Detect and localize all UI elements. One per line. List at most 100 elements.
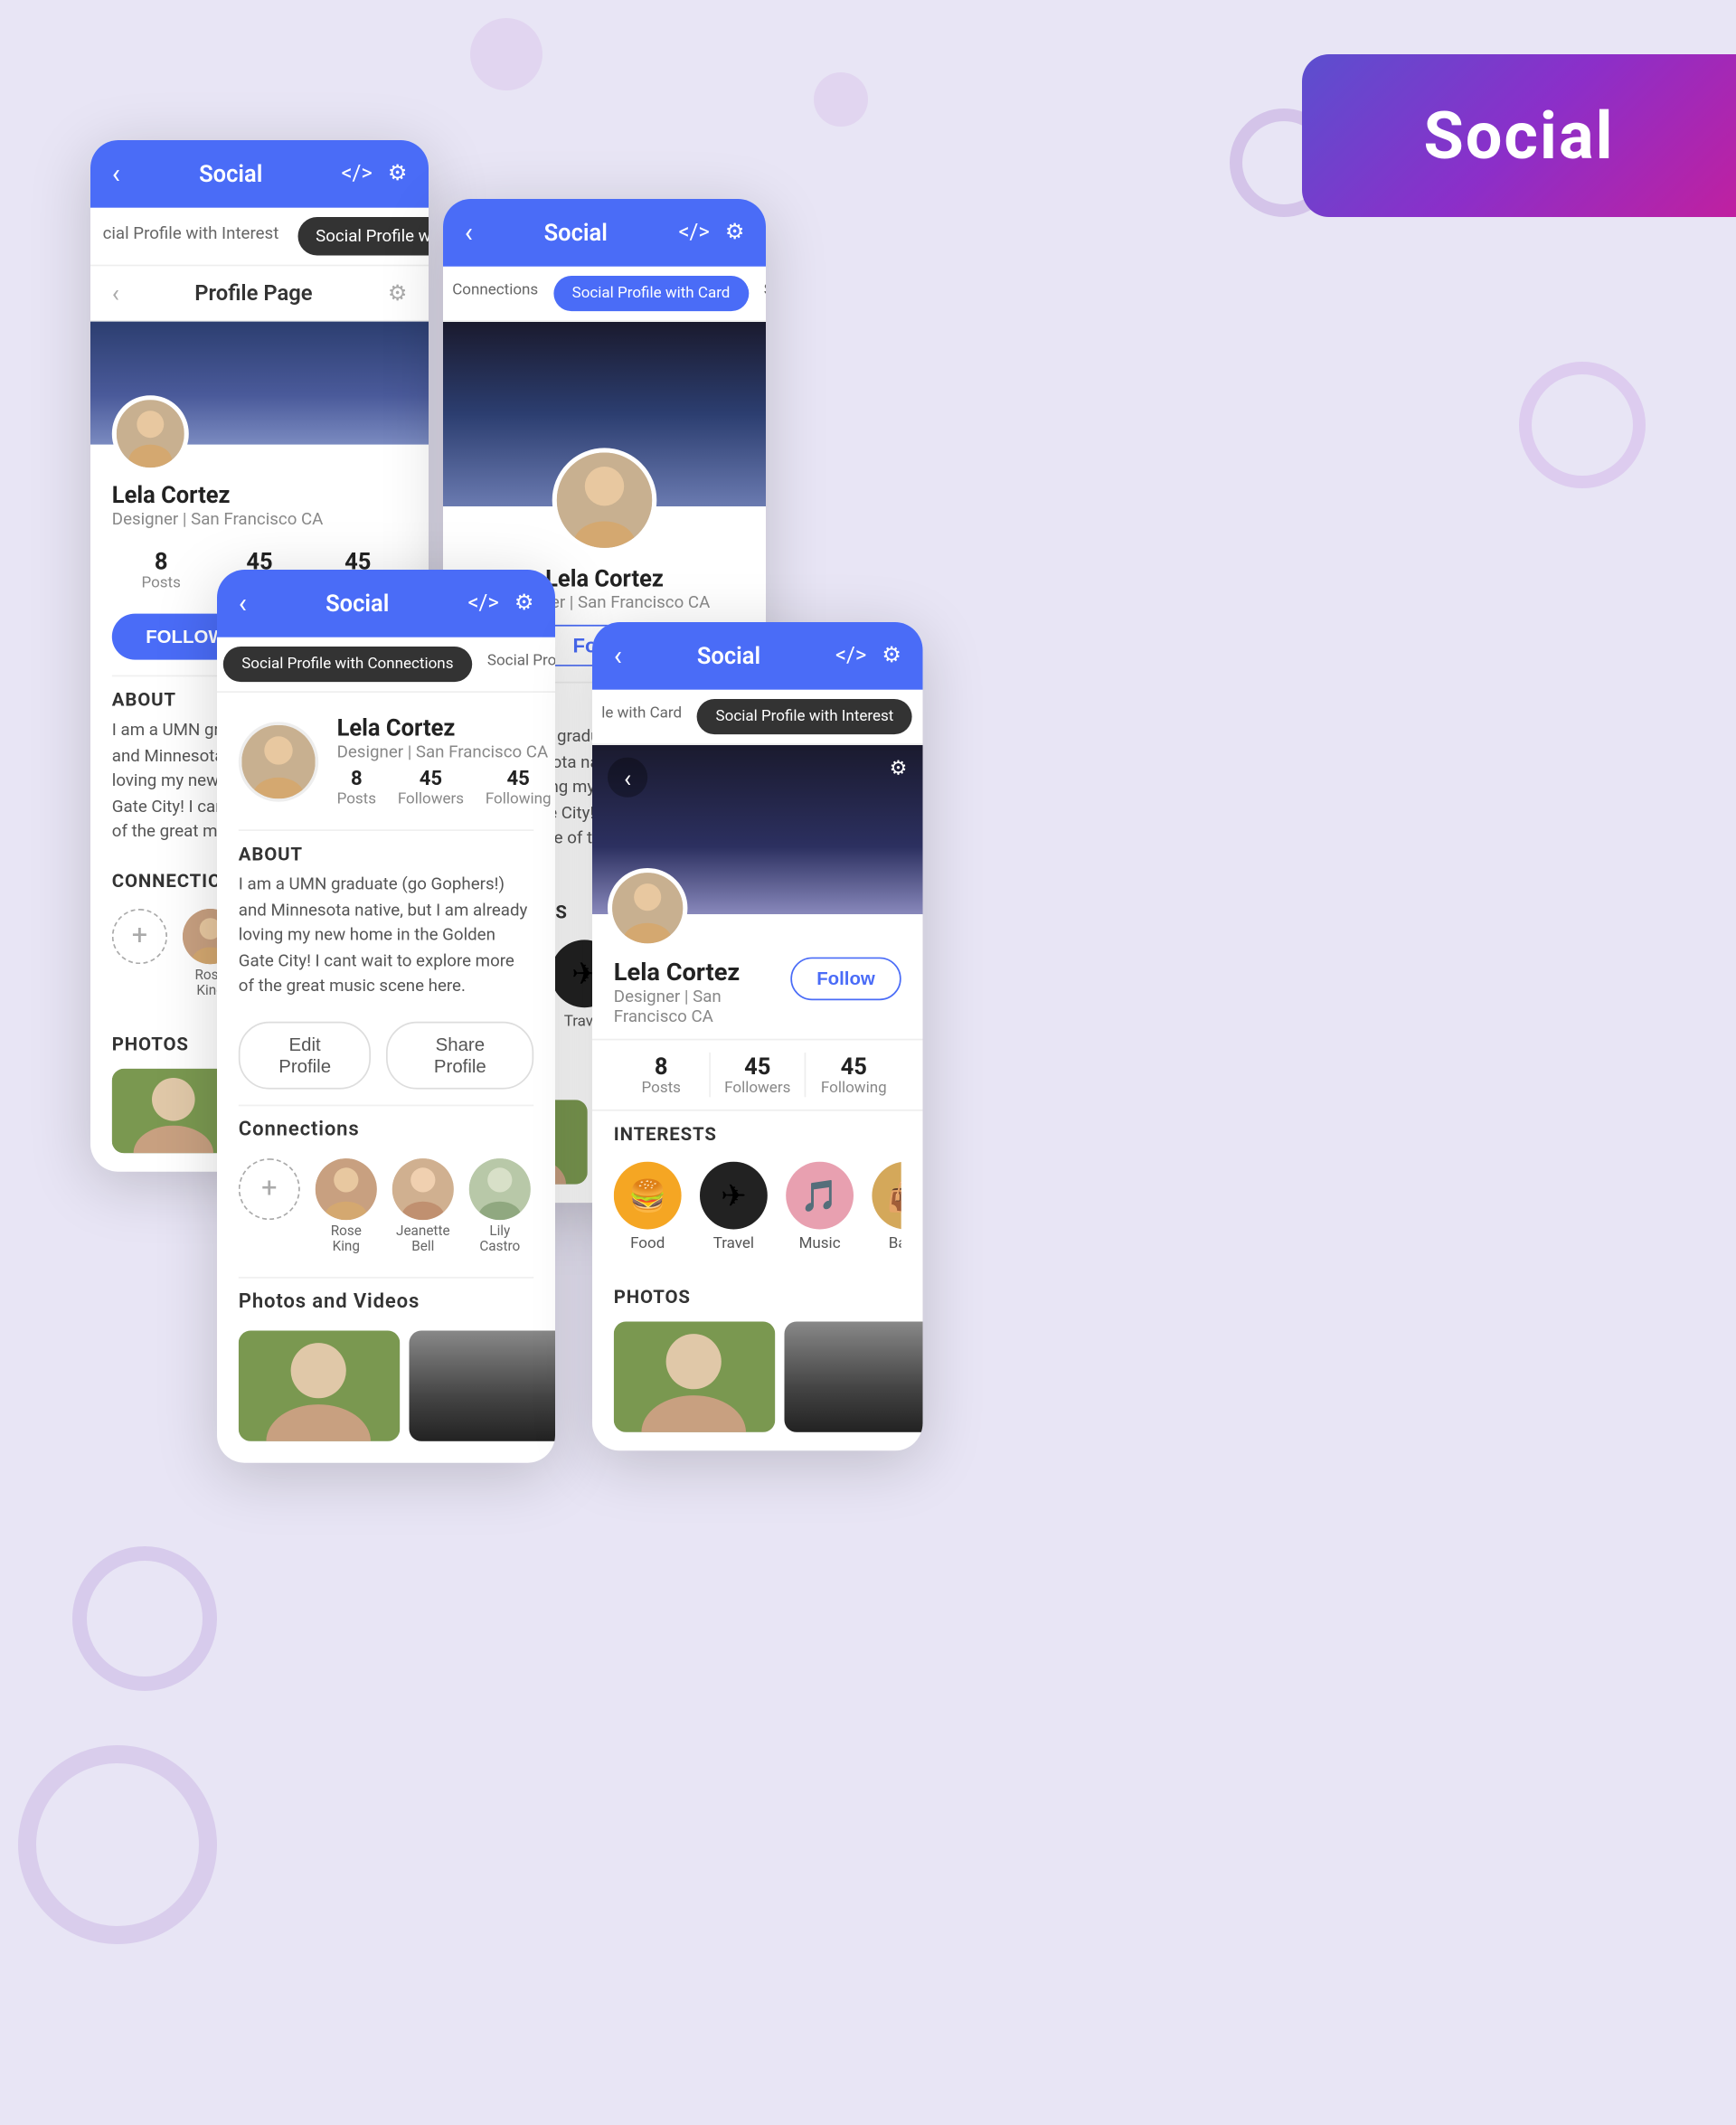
phone3-header-icons: </> ⚙ [467,591,533,616]
phone2-cover [443,322,766,506]
phone4-tab-card[interactable]: le with Card [592,690,691,744]
phone4-settings-icon[interactable]: ⚙ [882,644,901,668]
phone2-avatar [552,448,657,552]
phone3-connections: Connections + Rose King [217,1105,555,1276]
phone2-header-icons: </> ⚙ [678,221,744,245]
phone3-tab-card[interactable]: Social Profile with C [478,638,555,692]
phone4-interest-travel: ✈ Travel [700,1162,768,1252]
phone2-tab-social[interactable]: Social Profi [755,267,766,321]
phone1-tab-interest[interactable]: cial Profile with Interest [90,208,291,265]
phone4-stat-posts: 8 Posts [614,1053,711,1097]
phone4-tab-social[interactable]: Social Prof [919,690,923,744]
phone1-tab-message[interactable]: Social Profile with Message [297,217,429,256]
phone4-interests-title: INTERESTS [614,1123,901,1145]
social-banner: Social [1302,54,1736,217]
phone3-about-title: About [239,844,533,865]
phone4-back-icon[interactable]: ‹ [614,640,622,673]
phone3-photo1 [239,1330,401,1440]
phone3-conn-rose: Rose King [316,1157,377,1254]
phone4-title: Social [697,642,760,670]
phone3-avatar [239,721,318,800]
phone2-avatar-wrap [552,448,657,552]
phone4-photos: PHOTOS [592,1274,923,1451]
phone3-photosvids-title: Photos and Videos [239,1289,533,1313]
phone2-header: ‹ Social </> ⚙ [443,199,766,267]
phone4-code-icon[interactable]: </> [835,644,866,668]
deco-circle-6 [1519,362,1646,488]
banner-title: Social [1423,98,1614,175]
phone4: ‹ Social </> ⚙ le with Card Social Profi… [592,622,923,1450]
phone1-header: ‹ Social </> ⚙ [90,140,429,208]
phone4-header: ‹ Social </> ⚙ [592,622,923,690]
phone1-inner-settings[interactable]: ⚙ [388,281,407,306]
phone4-tab-interest[interactable]: Social Profile with Interest [697,699,912,734]
phone4-interests: INTERESTS 🍔 Food ✈ Travel 🎵 Music [592,1111,923,1274]
phone3-code-icon[interactable]: </> [467,591,498,616]
phone1-code-icon[interactable]: </> [341,162,372,186]
phone2-tabs: Connections Social Profile with Card Soc… [443,267,766,322]
phone4-inner-back[interactable]: ‹ [608,758,647,798]
phone4-follow-btn[interactable]: Follow [790,958,901,1001]
phone1-settings-icon[interactable]: ⚙ [388,162,407,186]
phone3-actions: Edit Profile Share Profile [217,1012,555,1104]
phone4-stats: 8 Posts 45 Followers 45 Following [592,1039,923,1111]
phone3: ‹ Social </> ⚙ Social Profile with Conne… [217,570,555,1462]
phone3-tab-connections[interactable]: Social Profile with Connections [223,647,472,682]
phone1-cover [90,322,429,445]
phone4-stat-followers: 45 Followers [710,1053,807,1097]
phone1-inner-header: ‹ Profile Page ⚙ [90,266,429,321]
phone3-edit-btn[interactable]: Edit Profile [239,1021,372,1089]
phone3-stat-followers: 45 Followers [398,768,464,808]
phone4-interest-bags: 👜 Bags [872,1162,901,1252]
phone1-header-icons: </> ⚙ [341,162,407,186]
phone3-conn-add[interactable]: + [239,1157,300,1219]
phone4-photos-title: PHOTOS [614,1286,901,1308]
phone4-photo1 [614,1322,776,1432]
phone4-avatar [608,868,687,948]
phone4-tabs: le with Card Social Profile with Interes… [592,690,923,745]
phone2-tab-connections[interactable]: Connections [443,267,547,321]
phone3-tabs: Social Profile with Connections Social P… [217,638,555,693]
phone1-profile-sub: Designer | San Francisco CA [112,509,324,529]
phone4-sub: Designer | San Francisco CA [614,987,791,1026]
phone1-stat-posts: 8 Posts [112,548,211,592]
phone3-photo2 [410,1330,556,1440]
phone3-stat-posts: 8 Posts [337,768,376,808]
phone2-code-icon[interactable]: </> [678,221,709,245]
phone3-about: About I am a UMN graduate (go Gophers!) … [217,831,555,1012]
deco-circle-4 [72,1546,217,1691]
phone2-back-icon[interactable]: ‹ [465,217,473,250]
phone3-sub: Designer | San Francisco CA [337,741,552,761]
phone3-stats: 8 Posts 45 Followers 45 Following [337,768,552,808]
phone1-profile-name: Lela Cortez [112,481,324,509]
phone4-avatar-wrap [608,868,687,948]
phone4-photos-row [614,1316,901,1439]
phone3-title: Social [326,590,389,618]
phone4-interest-music: 🎵 Music [786,1162,854,1252]
phone4-name: Lela Cortez [614,958,791,987]
phone2-settings-icon[interactable]: ⚙ [725,221,744,245]
phone1-back-icon[interactable]: ‹ [112,158,120,191]
phone1-inner-back[interactable]: ‹ [112,279,119,307]
phone3-conn-jeanette: Jeanette Bell [392,1157,454,1254]
phone3-share-btn[interactable]: Share Profile [386,1021,533,1089]
phone4-interest-food: 🍔 Food [614,1162,682,1252]
phone4-stat-following: 45 Following [807,1053,901,1097]
phone2-title: Social [544,219,608,247]
phone2-tab-card[interactable]: Social Profile with Card [553,276,749,311]
phone1-title: Social [199,160,262,188]
phone4-interests-row: 🍔 Food ✈ Travel 🎵 Music 👜 Bags [614,1153,901,1262]
phone3-photosvids: Photos and Videos [217,1278,555,1462]
phone4-inner-settings[interactable]: ⚙ [890,758,908,781]
phone3-back-icon[interactable]: ‹ [239,588,247,620]
phone4-photo2 [785,1322,923,1432]
phone3-settings-icon[interactable]: ⚙ [514,591,533,616]
phone3-conn-lily: Lily Castro [469,1157,531,1254]
phone1-tabs: cial Profile with Interest Social Profil… [90,208,429,267]
phone3-profile-info: Lela Cortez Designer | San Francisco CA … [337,714,552,808]
conn-add-btn[interactable]: + [112,908,167,963]
phone3-connections-title: Connections [239,1118,533,1141]
phone4-profile-info: Lela Cortez Designer | San Francisco CA [614,958,791,1027]
phone1-avatar [112,395,189,472]
phone1-page-title: Profile Page [194,281,312,306]
